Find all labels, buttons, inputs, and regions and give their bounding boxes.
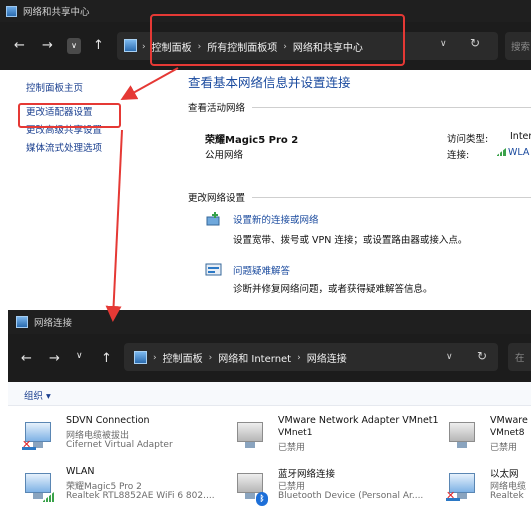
connection-item[interactable]: ✕ 以太网 网络电缆 Realtek <box>446 466 531 508</box>
chevron-right-icon: › <box>208 352 213 363</box>
new-connection-icon <box>206 212 220 226</box>
connection-status: 已禁用 <box>490 443 518 453</box>
chevron-right-icon: › <box>142 41 146 52</box>
breadcrumb-item[interactable]: 网络连接 <box>307 350 347 365</box>
connection-name: 蓝牙网络连接 <box>278 469 336 480</box>
connection-item[interactable]: WLAN 荣耀Magic5 Pro 2 Realtek RTL8852AE Wi… <box>22 466 252 508</box>
annotation-box-adapter <box>18 103 121 128</box>
chevron-down-icon[interactable]: ∨ <box>446 353 453 362</box>
nav-control-panel-home[interactable]: 控制面板主页 <box>26 80 146 98</box>
connection-item[interactable]: ✕ SDVN Connection 网络电缆被拔出 Cifernet Virtu… <box>22 415 252 461</box>
breadcrumb: › 控制面板 › 网络和 Internet › 网络连接 <box>134 350 347 365</box>
control-panel-icon <box>6 5 17 17</box>
network-sharing-center-window: 网络和共享中心 ← → ∨ ↑ › 控制面板 › 所有控制面板项 › 网络和共享… <box>0 0 531 310</box>
refresh-icon[interactable]: ↻ <box>470 36 480 50</box>
connection-name: WLAN <box>66 466 95 477</box>
organize-menu[interactable]: 组织 ▾ <box>24 388 51 402</box>
window-title: 网络和共享中心 <box>23 7 90 18</box>
chevron-down-icon[interactable]: ∨ <box>440 39 447 49</box>
ethernet-adapter-icon: ✕ <box>446 470 480 504</box>
search-input[interactable]: 搜索 <box>505 32 531 60</box>
change-settings-label: 更改网络设置 <box>188 193 246 204</box>
network-type: 公用网络 <box>205 150 244 161</box>
wlan-adapter-icon <box>22 470 56 504</box>
access-type-value: Inter <box>510 131 531 142</box>
troubleshoot-icon <box>205 263 222 276</box>
title-bar: 网络连接 <box>8 310 531 334</box>
active-networks-label: 查看活动网络 <box>188 103 246 114</box>
back-arrow-icon[interactable]: ← <box>21 352 32 365</box>
page-title: 查看基本网络信息并设置连接 <box>188 75 351 90</box>
nav-media-streaming[interactable]: 媒体流式处理选项 <box>26 140 146 158</box>
window-title: 网络连接 <box>34 318 73 329</box>
forward-arrow-icon[interactable]: → <box>42 39 53 52</box>
troubleshoot-link[interactable]: 问题疑难解答 <box>233 263 290 277</box>
recent-locations-chevron-icon[interactable]: ∨ <box>76 352 83 361</box>
connection-name: 以太网 <box>490 469 519 480</box>
network-connections-window: 网络连接 ← → ∨ ↑ › 控制面板 › 网络和 Internet › 网络连… <box>8 310 531 508</box>
connection-device: Realtek <box>490 491 524 501</box>
disconnected-x-icon: ✕ <box>22 438 32 451</box>
network-connections-icon <box>16 316 28 328</box>
connection-item[interactable]: VMware VMnet8 已禁用 <box>446 415 531 461</box>
connection-link-text[interactable]: WLA <box>508 147 529 158</box>
up-arrow-icon[interactable]: ↑ <box>93 39 104 52</box>
refresh-icon[interactable]: ↻ <box>477 350 487 362</box>
wifi-signal-icon <box>496 148 506 156</box>
connection-status: 已禁用 <box>278 443 306 453</box>
network-icon <box>134 351 147 364</box>
recent-locations-chevron-icon[interactable]: ∨ <box>67 38 81 54</box>
divider <box>252 107 531 108</box>
connection-device: Cifernet Virtual Adapter <box>66 440 173 450</box>
forward-arrow-icon[interactable]: → <box>49 352 60 365</box>
connection-value[interactable]: WLA <box>496 147 529 158</box>
connection-name: VMware Network Adapter VMnet1 <box>278 415 439 426</box>
troubleshoot-desc: 诊断并修复网络问题，或者获得疑难解答信息。 <box>233 284 433 295</box>
connection-subname: VMnet1 <box>278 428 313 438</box>
network-name: 荣耀Magic5 Pro 2 <box>205 135 299 146</box>
setup-new-connection-desc: 设置宽带、拨号或 VPN 连接；或设置路由器或接入点。 <box>233 235 468 246</box>
connection-device: Realtek RTL8852AE WiFi 6 802.... <box>66 491 215 501</box>
connection-item[interactable]: ᛒ 蓝牙网络连接 已禁用 Bluetooth Device (Personal … <box>234 466 464 508</box>
setup-new-connection-link[interactable]: 设置新的连接或网络 <box>233 212 319 226</box>
breadcrumb-item[interactable]: 网络和 Internet <box>218 350 291 365</box>
search-input[interactable]: 在 <box>508 343 531 371</box>
connection-device: Bluetooth Device (Personal Ar.... <box>278 491 424 501</box>
connection-name: VMware <box>490 415 528 426</box>
command-bar <box>8 382 531 406</box>
connection-name: SDVN Connection <box>66 415 150 426</box>
connection-label: 连接: <box>447 150 470 161</box>
connection-item[interactable]: VMware Network Adapter VMnet1 VMnet1 已禁用 <box>234 415 464 461</box>
ethernet-adapter-icon <box>234 419 268 453</box>
connection-subname: VMnet8 <box>490 428 525 438</box>
ethernet-adapter-icon: ✕ <box>22 419 56 453</box>
disconnected-x-icon: ✕ <box>446 489 456 502</box>
chevron-right-icon: › <box>297 352 301 363</box>
wifi-signal-icon <box>42 492 54 502</box>
bluetooth-adapter-icon: ᛒ <box>234 470 268 506</box>
back-arrow-icon[interactable]: ← <box>14 39 25 52</box>
ethernet-adapter-icon <box>446 419 480 453</box>
access-type-label: 访问类型: <box>447 134 489 145</box>
annotation-box-address <box>150 14 405 66</box>
chevron-right-icon: › <box>153 352 157 363</box>
control-panel-icon <box>124 39 137 52</box>
up-arrow-icon[interactable]: ↑ <box>101 352 112 365</box>
divider <box>252 197 531 198</box>
bluetooth-icon: ᛒ <box>256 492 268 506</box>
breadcrumb-item[interactable]: 控制面板 <box>163 350 203 365</box>
